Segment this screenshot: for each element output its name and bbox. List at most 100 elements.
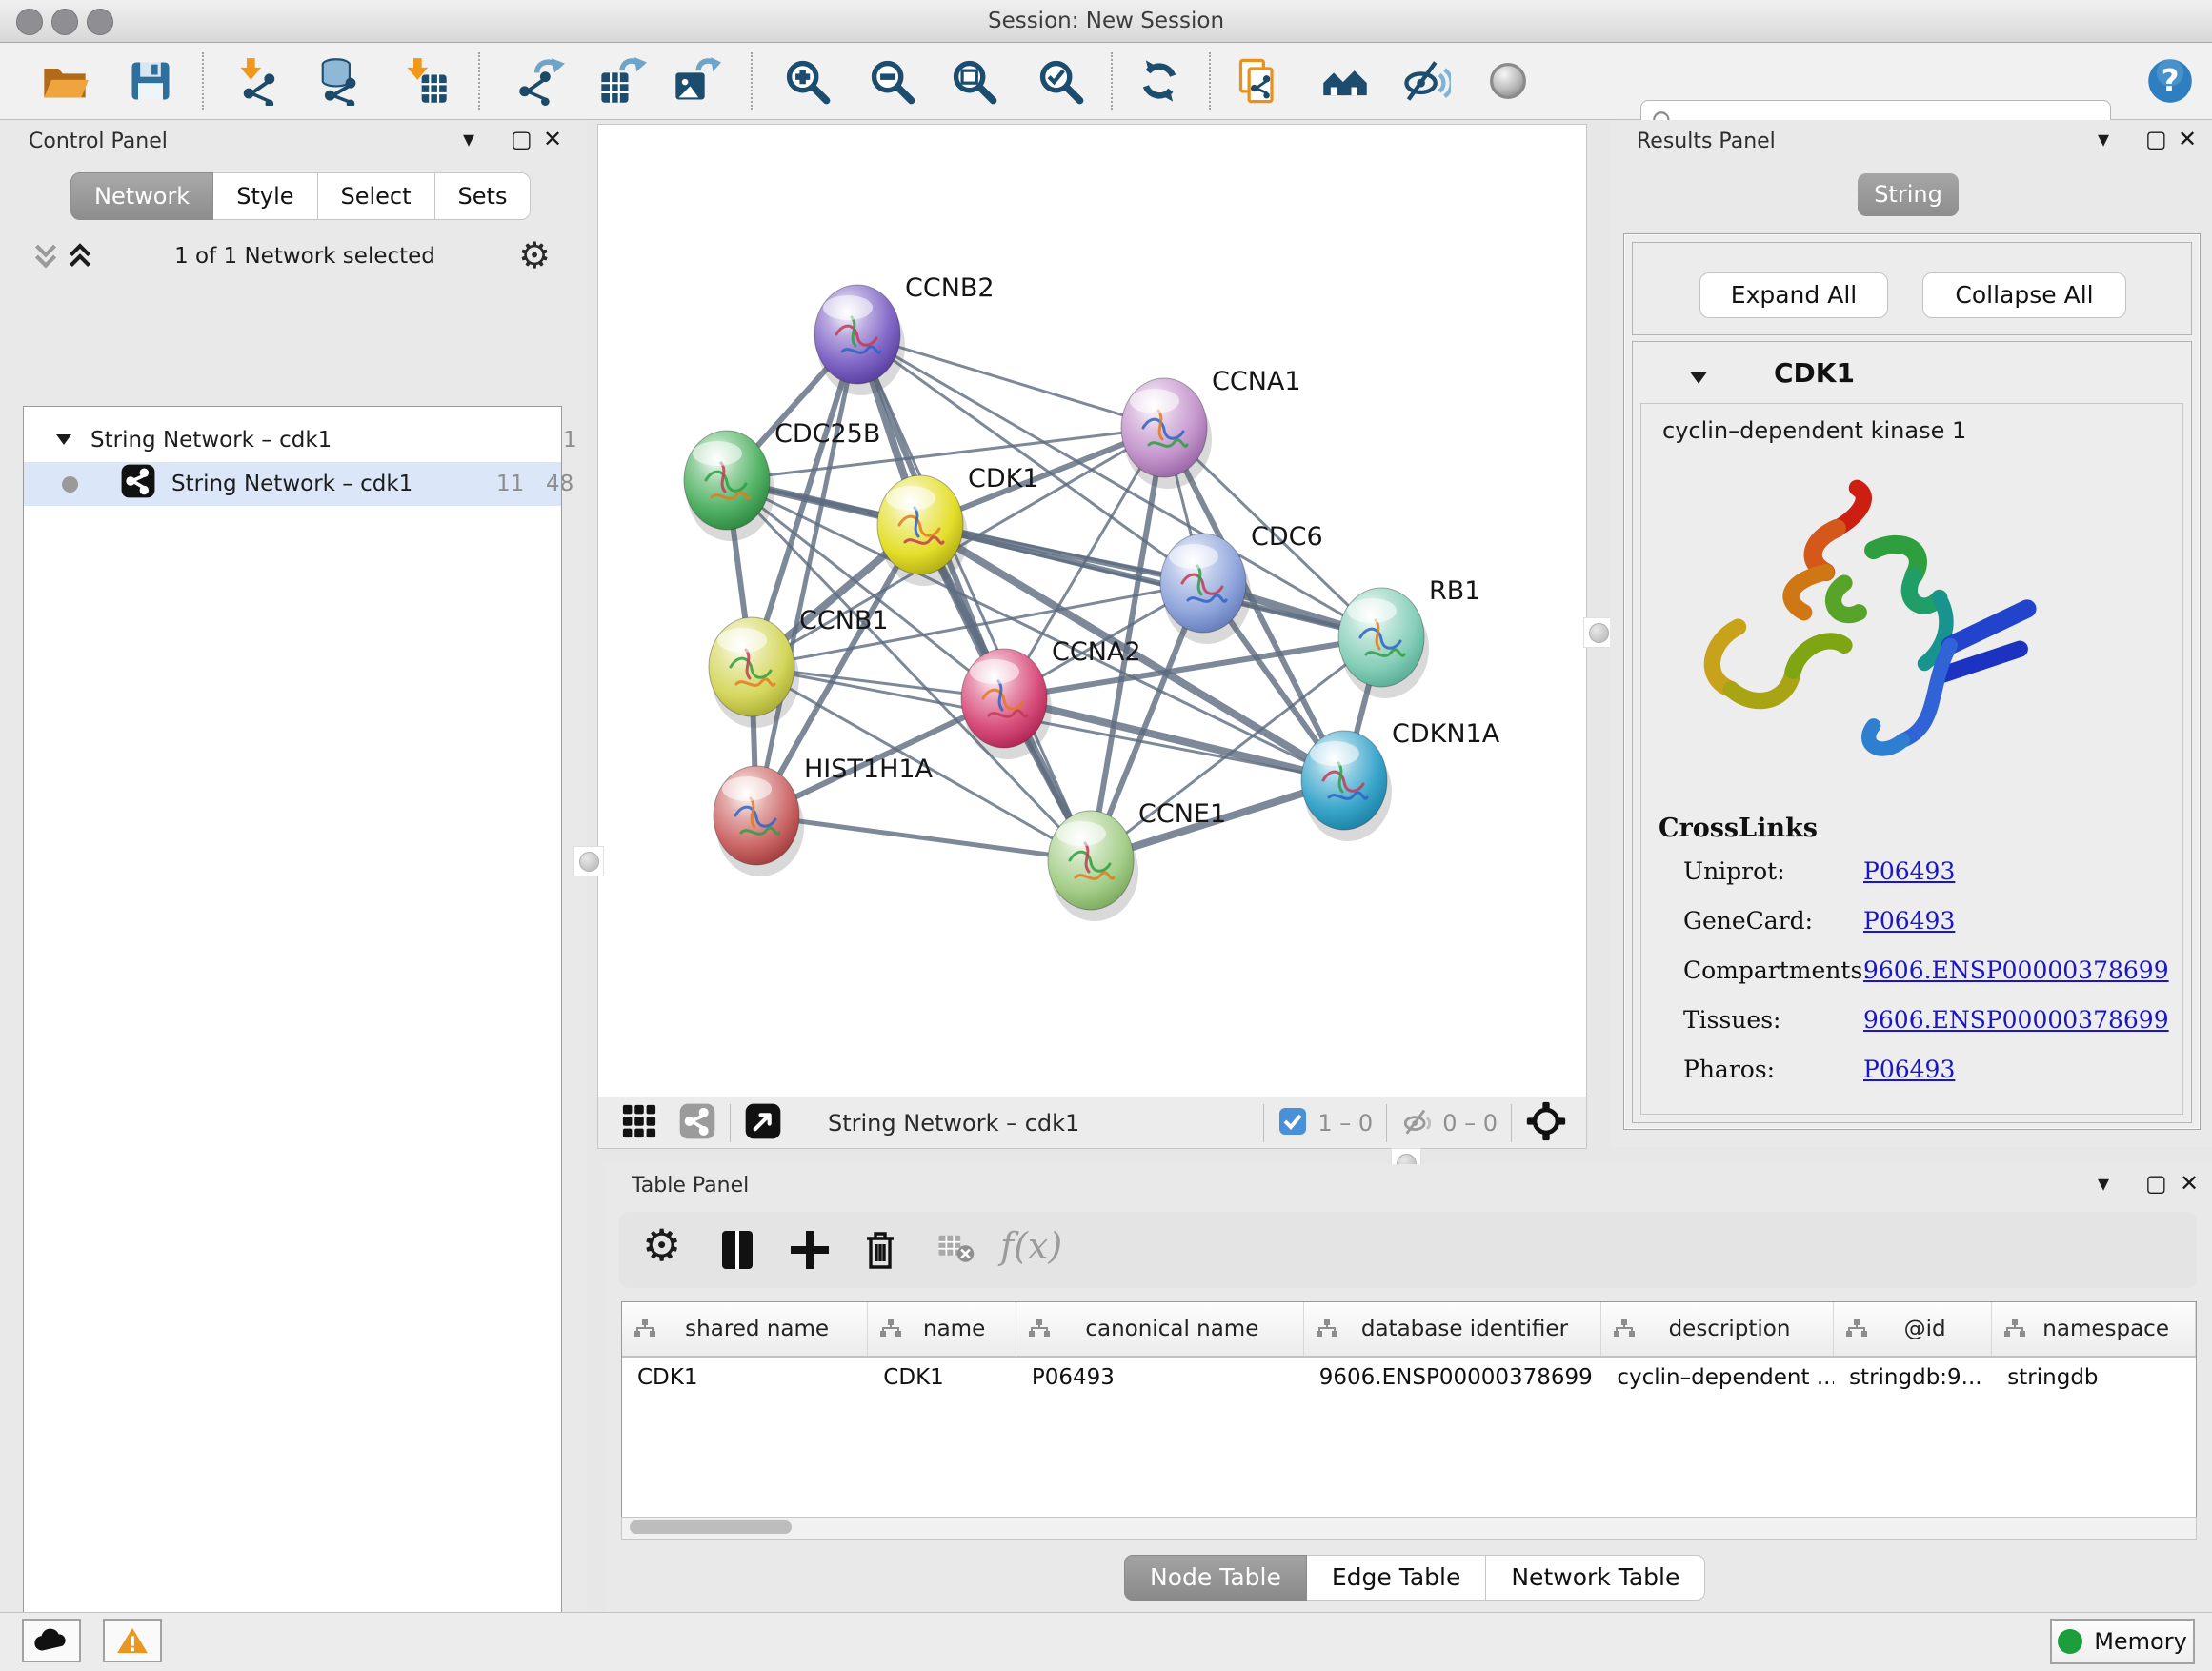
grid-mode-icon[interactable] [621, 1103, 657, 1143]
string-view-icon[interactable] [678, 1102, 716, 1144]
expand-all-icon[interactable] [67, 242, 93, 274]
control-panel-menu-icon[interactable]: ▾ [463, 126, 474, 152]
network-node-ccnb1[interactable]: CCNB1 [709, 606, 889, 728]
network-edge[interactable] [756, 815, 1091, 860]
import-table-icon[interactable] [401, 56, 451, 106]
hide-selected-icon[interactable] [1401, 56, 1451, 106]
network-node-ccnb2[interactable]: CCNB2 [814, 273, 995, 395]
table-cell[interactable]: stringdb:9... [1834, 1358, 1992, 1401]
network-node-hist1h1a[interactable]: HIST1H1A [714, 755, 934, 876]
network-view-title: String Network – cdk1 [828, 1110, 1079, 1137]
scrollbar-thumb[interactable] [630, 1520, 792, 1534]
left-splitter-handle[interactable] [573, 846, 604, 876]
import-network-from-file-icon[interactable] [234, 56, 284, 106]
tab-select[interactable]: Select [318, 172, 435, 220]
network-node-cdc6[interactable]: CDC6 [1160, 522, 1323, 644]
table-cell[interactable]: stringdb [1992, 1358, 2196, 1401]
network-collection-row[interactable]: String Network – cdk1 1 [24, 418, 561, 462]
reposition-crosshair-icon[interactable] [1525, 1100, 1567, 1146]
table-panel-menu-icon[interactable]: ▾ [2098, 1170, 2109, 1197]
table-cell[interactable]: CDK1 [622, 1358, 868, 1401]
clone-network-icon[interactable] [1235, 56, 1284, 106]
clear-table-icon[interactable] [935, 1227, 975, 1273]
table-horizontal-scrollbar[interactable] [621, 1517, 2197, 1540]
selected-checkbox-icon[interactable] [1277, 1106, 1308, 1140]
memory-button[interactable]: Memory [2050, 1619, 2195, 1664]
zoom-in-icon[interactable] [782, 56, 832, 106]
tab-sets[interactable]: Sets [435, 172, 532, 220]
network-node-ccna1[interactable]: CCNA1 [1121, 367, 1301, 489]
crosslink-url[interactable]: P06493 [1863, 1056, 1955, 1083]
attribute-tree-icon [1316, 1319, 1338, 1339]
node-label: CDC25B [774, 419, 880, 449]
crosslink-url[interactable]: P06493 [1863, 907, 1955, 935]
open-session-icon[interactable] [40, 56, 90, 106]
network-options-gear-icon[interactable]: ⚙ [518, 234, 551, 276]
warnings-button[interactable] [103, 1619, 162, 1662]
network-overview-icon[interactable] [1320, 56, 1370, 106]
tab-node-table[interactable]: Node Table [1124, 1555, 1307, 1601]
network-node-rb1[interactable]: RB1 [1338, 576, 1480, 698]
export-table-icon[interactable] [597, 56, 647, 106]
network-edge[interactable] [756, 334, 857, 815]
crosslink-url[interactable]: P06493 [1863, 857, 1955, 885]
network-node-cdk1[interactable]: CDK1 [877, 464, 1039, 586]
table-cell[interactable]: 9606.ENSP00000378699 [1304, 1358, 1602, 1401]
collapse-triangle-icon[interactable] [54, 428, 73, 453]
cloud-status-button[interactable] [22, 1619, 81, 1662]
column-header-name[interactable]: name [868, 1302, 1016, 1356]
delete-column-trash-icon[interactable] [857, 1227, 903, 1273]
column-header-databaseidentifier[interactable]: database identifier [1304, 1302, 1601, 1356]
table-panel-close-icon[interactable]: ✕ [2180, 1170, 2199, 1197]
table-cell[interactable]: cyclin–dependent ... [1601, 1358, 1834, 1401]
network-node-ccna2[interactable]: CCNA2 [961, 637, 1141, 759]
table-settings-gear-icon[interactable]: ⚙ [642, 1219, 681, 1271]
expand-all-button[interactable]: Expand All [1699, 272, 1888, 318]
results-panel-close-icon[interactable]: ✕ [2178, 126, 2197, 152]
help-icon[interactable]: ? [2145, 56, 2195, 106]
results-panel-float-icon[interactable]: ▢ [2145, 126, 2167, 152]
collapse-all-icon[interactable] [32, 242, 59, 274]
column-header-description[interactable]: description [1601, 1302, 1834, 1356]
tab-network[interactable]: Network [70, 172, 213, 220]
tab-edge-table[interactable]: Edge Table [1307, 1555, 1487, 1601]
table-row[interactable]: CDK1CDK1P064939606.ENSP00000378699cyclin… [622, 1358, 2196, 1401]
table-cell[interactable]: CDK1 [868, 1358, 1016, 1401]
control-panel-float-icon[interactable]: ▢ [511, 126, 533, 152]
add-column-icon[interactable] [787, 1227, 833, 1273]
crosslink-url[interactable]: 9606.ENSP00000378699 [1863, 1006, 2169, 1034]
section-collapse-triangle-icon[interactable] [1687, 369, 1710, 390]
tab-string[interactable]: String [1858, 173, 1959, 216]
window-title: Session: New Session [0, 0, 2212, 42]
save-session-icon[interactable] [126, 56, 175, 106]
zoom-out-icon[interactable] [867, 56, 916, 106]
import-network-from-database-icon[interactable] [313, 56, 363, 106]
zoom-selected-icon[interactable] [1036, 56, 1085, 106]
tab-style[interactable]: Style [213, 172, 317, 220]
crosslink-url[interactable]: 9606.ENSP00000378699 [1863, 956, 2169, 984]
network-row-selected[interactable]: String Network – cdk1 11 48 [24, 462, 561, 506]
memory-label: Memory [2094, 1628, 2187, 1655]
tab-network-table[interactable]: Network Table [1486, 1555, 1705, 1601]
table-cell[interactable]: P06493 [1016, 1358, 1304, 1401]
column-header-canonicalname[interactable]: canonical name [1016, 1302, 1304, 1356]
birds-eye-view-icon[interactable] [744, 1102, 782, 1144]
column-header-sharedname[interactable]: shared name [622, 1302, 868, 1356]
network-node-ccne1[interactable]: CCNE1 [1048, 799, 1226, 921]
results-panel-menu-icon[interactable]: ▾ [2098, 126, 2109, 152]
table-panel-float-icon[interactable]: ▢ [2145, 1170, 2167, 1197]
network-node-cdkn1a[interactable]: CDKN1A [1301, 719, 1500, 841]
refresh-icon[interactable] [1135, 56, 1184, 106]
network-graph[interactable]: CCNB2 CCNA1 CDC25B CDK1 CDC6RB1 CCNB1 CCNA2 CDK… [601, 126, 1580, 1094]
fit-content-icon[interactable] [949, 56, 998, 106]
column-header-id[interactable]: @id [1834, 1302, 1992, 1356]
export-image-icon[interactable] [672, 56, 721, 106]
hidden-eye-icon[interactable] [1400, 1105, 1435, 1141]
column-header-namespace[interactable]: namespace [1992, 1302, 2196, 1356]
export-network-icon[interactable] [516, 56, 566, 106]
control-panel-close-icon[interactable]: ✕ [543, 126, 562, 152]
show-columns-icon[interactable] [714, 1227, 760, 1273]
collapse-all-button[interactable]: Collapse All [1922, 272, 2126, 318]
function-builder-icon[interactable]: f(x) [1000, 1225, 1062, 1267]
show-all-icon[interactable] [1483, 56, 1533, 106]
